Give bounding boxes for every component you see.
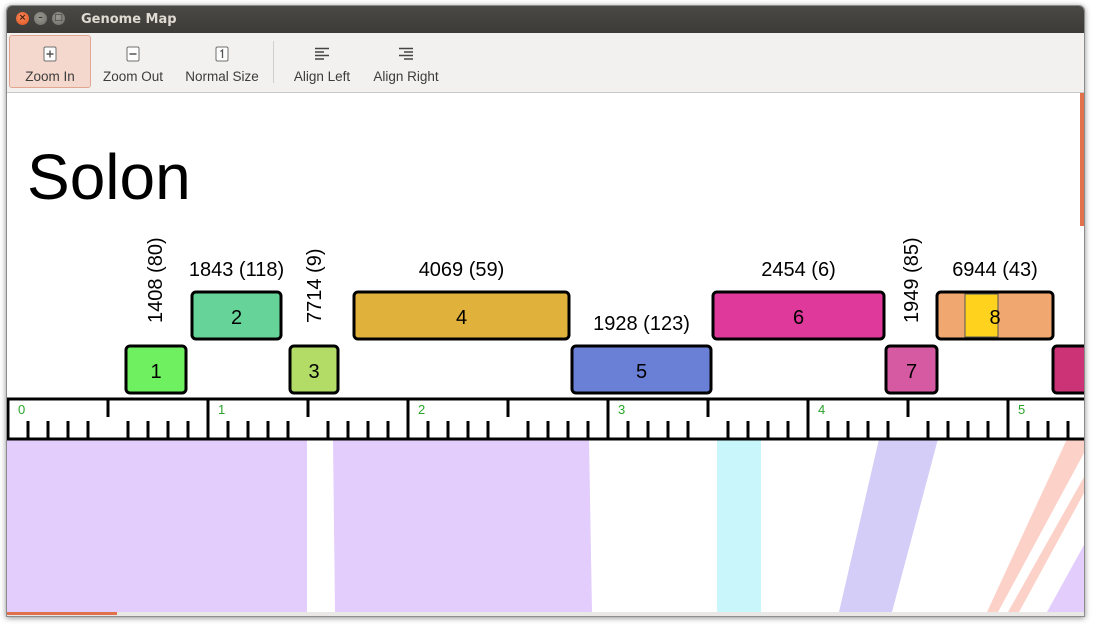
ruler-tick-label: 5 xyxy=(1018,402,1025,417)
ruler-tick-label: 1 xyxy=(218,402,225,417)
ruler-tick-label: 3 xyxy=(618,402,625,417)
ruler-tick-label: 2 xyxy=(418,402,425,417)
app-window: × – □ Genome Map Zoom In Zoom Out Normal… xyxy=(6,5,1085,617)
align-left-label: Align Left xyxy=(293,69,351,84)
minimize-window-button[interactable]: – xyxy=(34,12,47,25)
position-ruler: 0 1 2 3 4 5 xyxy=(7,397,1084,441)
ruler-tick-label: 0 xyxy=(18,402,25,417)
gene-label: 6944 (43) xyxy=(952,259,1038,281)
ruler-tick-label: 4 xyxy=(818,402,825,417)
close-window-button[interactable]: × xyxy=(16,12,29,25)
gene-8[interactable]: 8 6944 (43) xyxy=(935,259,1055,341)
zoom-out-icon xyxy=(126,46,140,62)
synteny-block xyxy=(839,439,938,612)
gene-number: 6 xyxy=(793,307,804,329)
gene-label: 1843 (118) xyxy=(189,259,284,281)
gene-7[interactable]: 7 1949 (85) xyxy=(884,237,939,395)
synteny-band xyxy=(7,439,1084,612)
zoom-out-button[interactable]: Zoom Out xyxy=(95,35,171,88)
gene-3[interactable]: 3 7714 (9) xyxy=(288,249,340,395)
gene-box xyxy=(1051,344,1084,395)
gene-number: 4 xyxy=(456,307,467,329)
gene-2[interactable]: 2 1843 (118) xyxy=(189,259,284,341)
zoom-out-label: Zoom Out xyxy=(102,69,164,84)
synteny-block xyxy=(7,439,307,612)
zoom-in-icon xyxy=(43,46,57,62)
zoom-in-button[interactable]: Zoom In xyxy=(9,35,91,88)
vertical-scrollbar[interactable] xyxy=(1080,93,1084,226)
gene-9[interactable] xyxy=(1051,344,1084,395)
gene-5[interactable]: 5 1928 (123) xyxy=(570,313,713,395)
gene-4[interactable]: 4 4069 (59) xyxy=(352,259,571,341)
gene-label: 1928 (123) xyxy=(593,313,690,335)
gene-label: 7714 (9) xyxy=(304,249,326,324)
align-right-button[interactable]: Align Right xyxy=(365,35,447,88)
genome-map-svg: Solon 0 1 2 3 4 5 1 1408 (80) 2 1843 (11… xyxy=(7,93,1084,612)
align-left-button[interactable]: Align Left xyxy=(283,35,361,88)
gene-number: 3 xyxy=(308,361,319,383)
synteny-block xyxy=(1047,545,1084,612)
gene-6[interactable]: 6 2454 (6) xyxy=(711,259,886,341)
gene-number: 5 xyxy=(636,361,647,383)
gene-label: 1949 (85) xyxy=(901,237,923,323)
gene-number: 2 xyxy=(231,307,242,329)
window-title: Genome Map xyxy=(81,12,177,27)
maximize-window-button[interactable]: □ xyxy=(52,12,65,25)
zoom-in-label: Zoom In xyxy=(25,69,75,84)
horizontal-scrollbar[interactable] xyxy=(7,612,117,615)
gene-number: 1 xyxy=(150,361,161,383)
gene-number: 8 xyxy=(989,307,1000,329)
gene-label: 4069 (59) xyxy=(419,259,505,281)
synteny-block xyxy=(333,439,592,612)
genome-map-canvas[interactable]: Solon 0 1 2 3 4 5 1 1408 (80) 2 1843 (11… xyxy=(7,93,1084,612)
align-right-icon xyxy=(399,47,413,60)
status-bar xyxy=(7,612,1084,616)
normal-size-icon xyxy=(215,46,229,62)
normal-size-button[interactable]: Normal Size xyxy=(177,35,267,88)
toolbar: Zoom In Zoom Out Normal Size Align Left … xyxy=(7,33,1084,93)
normal-size-label: Normal Size xyxy=(185,69,259,84)
gene-label: 2454 (6) xyxy=(761,259,836,281)
genome-name: Solon xyxy=(27,141,191,213)
align-right-label: Align Right xyxy=(373,69,439,84)
gene-1[interactable]: 1 1408 (80) xyxy=(124,237,188,395)
title-bar: × – □ Genome Map xyxy=(7,6,1084,33)
gene-label: 1408 (80) xyxy=(145,237,167,323)
synteny-block xyxy=(717,439,761,612)
align-left-icon xyxy=(315,47,329,60)
gene-number: 7 xyxy=(906,361,917,383)
toolbar-separator xyxy=(273,41,274,83)
